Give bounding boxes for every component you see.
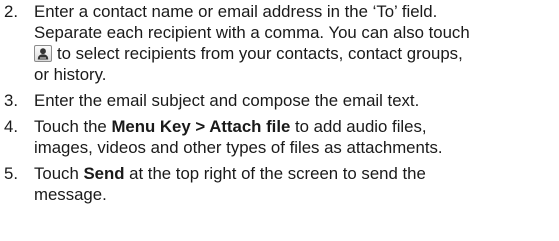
step-text: Touch: [34, 164, 84, 183]
step-text-line: images, videos and other types of files …: [34, 138, 443, 157]
step-number: 5.: [4, 164, 18, 183]
step-text-line: Separate each recipient with a comma. Yo…: [34, 23, 470, 42]
step-text: Touch the: [34, 117, 112, 136]
step-number: 3.: [4, 91, 18, 110]
step-text: to select recipients from your contacts,…: [57, 44, 463, 63]
step-text: at the top right of the screen to send t…: [124, 164, 426, 183]
step-text-line: Enter the email subject and compose the …: [34, 91, 420, 110]
send-label: Send: [83, 164, 125, 183]
step-text-line: Touch Send at the top right of the scree…: [34, 163, 559, 184]
step-text-line: to select recipients from your contacts,…: [34, 43, 559, 64]
step-4: 4. Touch the Menu Key > Attach file to a…: [0, 116, 559, 158]
instruction-steps: 2. Enter a contact name or email address…: [0, 1, 559, 205]
step-3: 3. Enter the email subject and compose t…: [0, 90, 559, 111]
step-text: to add audio files,: [290, 117, 427, 136]
step-5: 5. Touch Send at the top right of the sc…: [0, 163, 559, 205]
step-text-line: or history.: [34, 65, 107, 84]
menu-path: Menu Key > Attach file: [111, 117, 291, 136]
step-text-line: message.: [34, 185, 107, 204]
step-text-line: Enter a contact name or email address in…: [34, 2, 438, 21]
step-number: 4.: [4, 117, 18, 136]
step-number: 2.: [4, 2, 18, 21]
step-text-line: Touch the Menu Key > Attach file to add …: [34, 116, 559, 137]
step-2: 2. Enter a contact name or email address…: [0, 1, 559, 85]
contact-icon: [34, 45, 52, 62]
